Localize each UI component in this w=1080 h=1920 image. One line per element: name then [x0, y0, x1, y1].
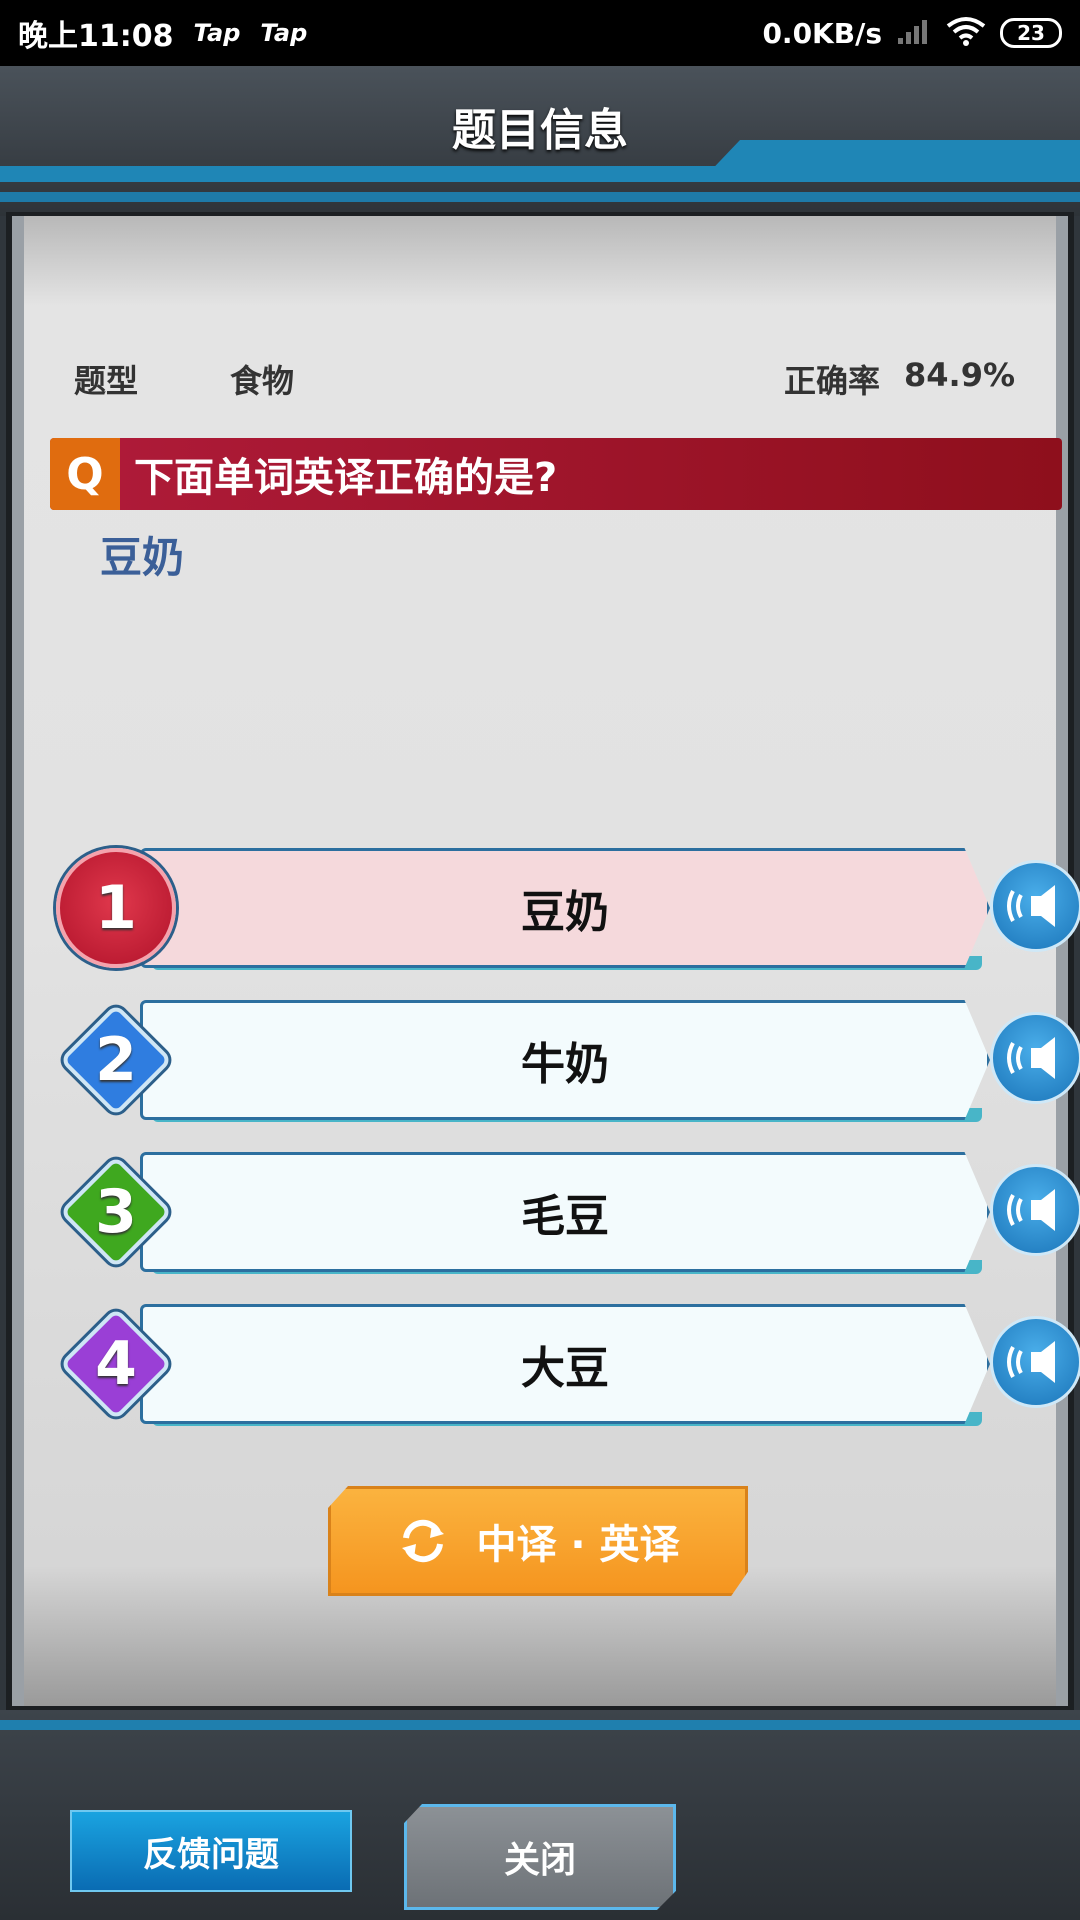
close-button[interactable]: 关闭 — [404, 1804, 676, 1910]
translate-direction-label: 中译 · 英译 — [476, 1522, 680, 1568]
accuracy-value: 84.9% — [904, 356, 1016, 394]
option-2-label[interactable]: 牛奶 — [140, 1000, 990, 1120]
speaker-icon[interactable] — [990, 1316, 1080, 1408]
type-value: 食物 — [230, 362, 295, 400]
option-3-number: 3 — [95, 1177, 137, 1247]
page-header: 题目信息 — [0, 66, 1080, 216]
status-time: 晚上11:08 — [18, 19, 174, 54]
close-button-label: 关闭 — [503, 1840, 576, 1881]
feedback-button[interactable]: 反馈问题 — [70, 1810, 352, 1892]
speaker-icon[interactable] — [990, 860, 1080, 952]
question-text: 下面单词英译正确的是? — [134, 455, 558, 501]
header-stripe-lower — [0, 192, 1080, 202]
status-app-1: Tap — [193, 19, 241, 47]
feedback-button-label: 反馈问题 — [143, 1834, 279, 1875]
speaker-icon[interactable] — [990, 1012, 1080, 1104]
question-icon: Q — [50, 438, 120, 510]
status-app-2: Tap — [260, 19, 308, 47]
option-3-label[interactable]: 毛豆 — [140, 1152, 990, 1272]
option-4-badge: 4 — [59, 1307, 173, 1421]
option-3[interactable]: 毛豆 3 — [54, 1152, 1080, 1282]
accuracy-label: 正确率 — [784, 362, 881, 400]
wifi-icon — [946, 16, 986, 50]
option-1-number: 1 — [95, 873, 137, 943]
bottom-bar: 反馈问题 关闭 — [0, 1710, 1080, 1920]
option-4-label[interactable]: 大豆 — [140, 1304, 990, 1424]
translate-direction-button[interactable]: 中译 · 英译 — [328, 1486, 748, 1596]
option-1-badge: 1 — [56, 848, 176, 968]
app-root: 晚上11:08 Tap Tap 0.0KB/s 23 题目信息 题型 食物 正确… — [0, 0, 1080, 1920]
refresh-icon — [402, 1519, 445, 1563]
question-panel: 题型 食物 正确率 84.9% Q 下面单词英译正确的是? 豆奶 豆奶 1 牛奶… — [6, 212, 1080, 1710]
status-bar: 晚上11:08 Tap Tap 0.0KB/s 23 — [0, 0, 1080, 66]
status-right: 0.0KB/s 23 — [762, 16, 1062, 50]
question-bar: Q 下面单词英译正确的是? — [50, 438, 1062, 510]
option-2-badge: 2 — [59, 1003, 173, 1117]
battery-level: 23 — [1017, 21, 1045, 45]
panel-edge-left — [12, 216, 24, 1706]
option-1-label[interactable]: 豆奶 — [140, 848, 990, 968]
signal-icon — [896, 16, 932, 50]
option-4-number: 4 — [95, 1329, 137, 1399]
bottom-stripe — [0, 1720, 1080, 1730]
option-3-badge: 3 — [59, 1155, 173, 1269]
option-2[interactable]: 牛奶 2 — [54, 1000, 1080, 1130]
battery-icon: 23 — [1000, 18, 1062, 48]
option-4[interactable]: 大豆 4 — [54, 1304, 1080, 1434]
header-stripe — [0, 166, 1080, 182]
panel-content: 题型 食物 正确率 84.9% Q 下面单词英译正确的是? 豆奶 豆奶 1 牛奶… — [24, 216, 1080, 1706]
option-1[interactable]: 豆奶 1 — [54, 848, 1080, 978]
speaker-icon[interactable] — [990, 1164, 1080, 1256]
network-speed: 0.0KB/s — [762, 16, 882, 50]
type-label: 题型 — [74, 362, 139, 400]
question-word: 豆奶 — [100, 533, 185, 582]
option-2-number: 2 — [95, 1025, 137, 1095]
